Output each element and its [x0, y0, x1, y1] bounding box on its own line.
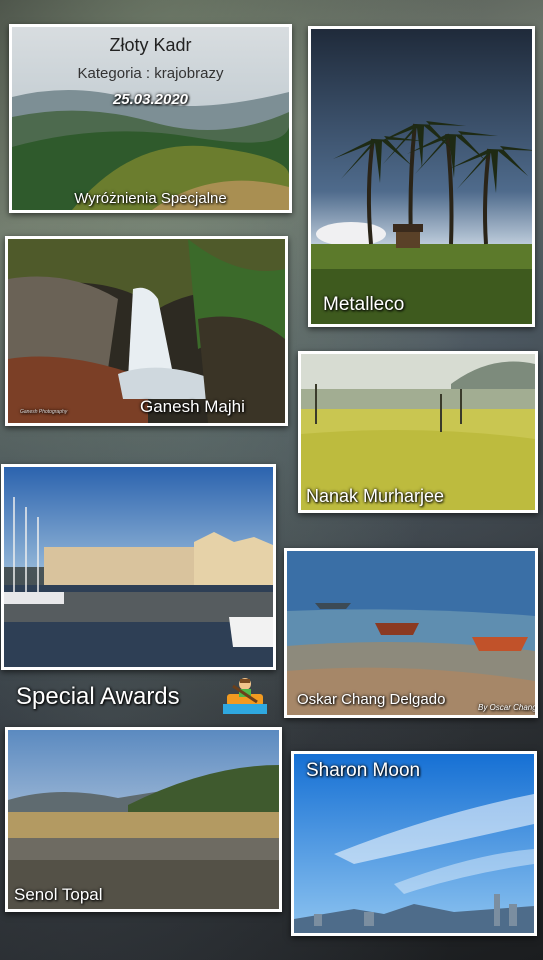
photo-marina [1, 464, 276, 670]
photographer-name: Metalleco [323, 294, 405, 315]
photographer-name: Sharon Moon [306, 760, 421, 781]
special-awards-label: Special Awards [16, 683, 180, 710]
photographer-name: Senol Topal [14, 885, 103, 904]
waterfall-image [8, 239, 285, 423]
contest-date: 25.03.2020 [112, 91, 189, 108]
photo-ganesh-majhi: Ganesh Photography Ganesh Majhi [5, 236, 288, 426]
photographer-name: Ganesh Majhi [140, 397, 245, 416]
lake-reeds-image [8, 730, 279, 909]
photo-senol-topal: Senol Topal [5, 727, 282, 912]
photo-nanak-murharjee: Nanak Murharjee [298, 351, 538, 513]
person-rowing-boat-icon [223, 676, 267, 716]
photo-metalleco: Metalleco [308, 26, 535, 327]
photo-zloty-kadr: Złoty Kadr Kategoria : krajobrazy 25.03.… [9, 24, 292, 213]
photographer-name: Nanak Murharjee [306, 486, 445, 506]
photographer-signature: By Oscar Chang [478, 703, 537, 712]
marina-harbour-image [4, 467, 273, 667]
contest-title: Złoty Kadr [109, 35, 192, 55]
contest-category: Kategoria : krajobrazy [77, 65, 224, 82]
photographer-signature: Ganesh Photography [20, 409, 68, 415]
photo-oskar-chang-delgado: Oskar Chang Delgado By Oscar Chang [284, 548, 538, 718]
palm-trees-image [311, 29, 532, 324]
contest-caption: Wyróżnienia Specjalne [74, 190, 227, 207]
photo-sharon-moon: Sharon Moon [291, 751, 537, 936]
photographer-name: Oskar Chang Delgado [297, 691, 446, 708]
